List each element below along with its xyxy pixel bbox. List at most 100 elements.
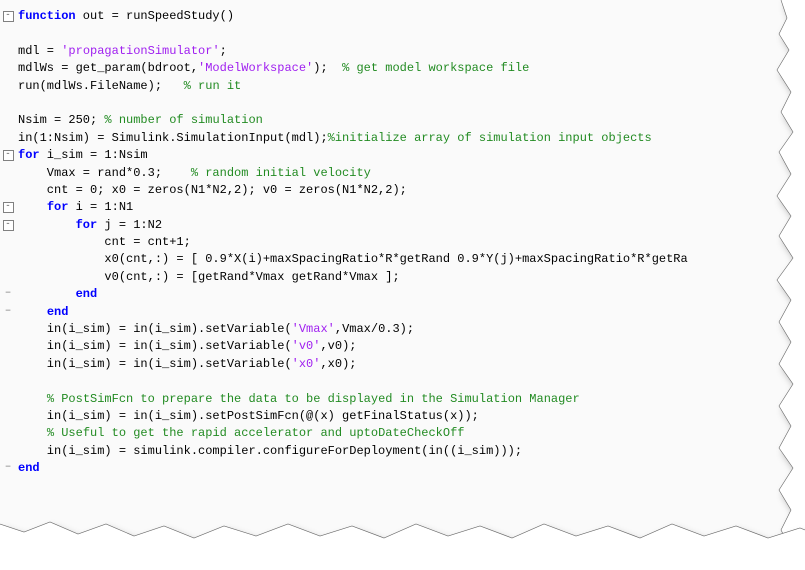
token-kw: for	[18, 148, 40, 162]
code-text	[16, 95, 805, 112]
code-text: end	[16, 460, 805, 477]
fold-end-icon: –	[5, 305, 12, 317]
code-line: mdl = 'propagationSimulator';	[0, 43, 805, 60]
code-line: Vmax = rand*0.3; % random initial veloci…	[0, 165, 805, 182]
code-text: in(i_sim) = in(i_sim).setPostSimFcn(@(x)…	[16, 408, 805, 425]
fold-gutter[interactable]: -	[0, 147, 16, 163]
token-id: i_sim = 1:Nsim	[40, 148, 148, 162]
token-id: in(i_sim) = simulink.compiler.configureF…	[18, 444, 522, 458]
code-text: for j = 1:N2	[16, 217, 805, 234]
fold-toggle-icon[interactable]: -	[3, 150, 14, 161]
token-id: ,Vmax/0.3);	[335, 322, 414, 336]
code-editor: -function out = runSpeedStudy() mdl = 'p…	[0, 0, 805, 556]
code-text: end	[16, 286, 805, 303]
code-text: % Useful to get the rapid accelerator an…	[16, 425, 805, 442]
token-id	[18, 426, 47, 440]
code-text: Nsim = 250; % number of simulation	[16, 112, 805, 129]
token-str: 'v0'	[292, 339, 321, 353]
fold-gutter[interactable]: –	[0, 286, 16, 302]
code-text: in(i_sim) = simulink.compiler.configureF…	[16, 443, 805, 460]
code-text: in(i_sim) = in(i_sim).setVariable('Vmax'…	[16, 321, 805, 338]
token-kw: for	[76, 218, 98, 232]
token-id: v0(cnt,:) = [getRand*Vmax getRand*Vmax ]…	[18, 270, 400, 284]
code-text: in(i_sim) = in(i_sim).setVariable('x0',x…	[16, 356, 805, 373]
code-text: v0(cnt,:) = [getRand*Vmax getRand*Vmax ]…	[16, 269, 805, 286]
code-line: – end	[0, 304, 805, 321]
token-id: Vmax = rand*0.3;	[18, 166, 191, 180]
token-id: in(i_sim) = in(i_sim).setVariable(	[18, 322, 292, 336]
token-cmt: %initialize array of simulation input ob…	[328, 131, 652, 145]
fold-gutter[interactable]: -	[0, 217, 16, 233]
token-id: in(i_sim) = in(i_sim).setPostSimFcn(@(x)…	[18, 409, 479, 423]
token-id: mdl =	[18, 44, 61, 58]
token-id: cnt = cnt+1;	[18, 235, 191, 249]
code-text: in(1:Nsim) = Simulink.SimulationInput(md…	[16, 130, 805, 147]
token-cmt: % run it	[184, 79, 242, 93]
token-kw: end	[47, 305, 69, 319]
token-id: mdlWs = get_param(bdroot,	[18, 61, 198, 75]
fold-end-icon: –	[5, 287, 12, 299]
token-kw: for	[47, 200, 69, 214]
code-line: -function out = runSpeedStudy()	[0, 8, 805, 25]
code-line: mdlWs = get_param(bdroot,'ModelWorkspace…	[0, 60, 805, 77]
code-line	[0, 95, 805, 112]
code-text: for i = 1:N1	[16, 199, 805, 216]
fold-gutter[interactable]: –	[0, 304, 16, 320]
token-id: ,v0);	[320, 339, 356, 353]
code-line: –end	[0, 460, 805, 477]
code-line: in(i_sim) = in(i_sim).setVariable('x0',x…	[0, 356, 805, 373]
token-id	[18, 305, 47, 319]
code-line: % Useful to get the rapid accelerator an…	[0, 425, 805, 442]
token-str: 'propagationSimulator'	[61, 44, 219, 58]
code-text: mdl = 'propagationSimulator';	[16, 43, 805, 60]
code-text: function out = runSpeedStudy()	[16, 8, 805, 25]
code-text: Vmax = rand*0.3; % random initial veloci…	[16, 165, 805, 182]
code-line: - for i = 1:N1	[0, 199, 805, 216]
token-id	[18, 218, 76, 232]
code-line: in(i_sim) = in(i_sim).setVariable('Vmax'…	[0, 321, 805, 338]
code-line: - for j = 1:N2	[0, 217, 805, 234]
token-kw: end	[18, 461, 40, 475]
code-line: -for i_sim = 1:Nsim	[0, 147, 805, 164]
token-cmt: % random initial velocity	[191, 166, 371, 180]
fold-gutter[interactable]: -	[0, 8, 16, 24]
token-str: 'Vmax'	[292, 322, 335, 336]
code-line: run(mdlWs.FileName); % run it	[0, 78, 805, 95]
code-text: cnt = 0; x0 = zeros(N1*N2,2); v0 = zeros…	[16, 182, 805, 199]
token-kw: function	[18, 9, 76, 23]
code-line	[0, 373, 805, 390]
token-str: 'ModelWorkspace'	[198, 61, 313, 75]
code-line: in(1:Nsim) = Simulink.SimulationInput(md…	[0, 130, 805, 147]
fold-toggle-icon[interactable]: -	[3, 220, 14, 231]
token-id: cnt = 0; x0 = zeros(N1*N2,2); v0 = zeros…	[18, 183, 407, 197]
code-text	[16, 373, 805, 390]
code-text: in(i_sim) = in(i_sim).setVariable('v0',v…	[16, 338, 805, 355]
fold-toggle-icon[interactable]: -	[3, 11, 14, 22]
code-line: – end	[0, 286, 805, 303]
code-line	[0, 25, 805, 42]
code-line: cnt = cnt+1;	[0, 234, 805, 251]
code-text: mdlWs = get_param(bdroot,'ModelWorkspace…	[16, 60, 805, 77]
code-text: x0(cnt,:) = [ 0.9*X(i)+maxSpacingRatio*R…	[16, 251, 805, 268]
token-id: ;	[220, 44, 227, 58]
token-id: );	[313, 61, 342, 75]
token-id: in(i_sim) = in(i_sim).setVariable(	[18, 357, 292, 371]
code-line: x0(cnt,:) = [ 0.9*X(i)+maxSpacingRatio*R…	[0, 251, 805, 268]
token-id: in(i_sim) = in(i_sim).setVariable(	[18, 339, 292, 353]
token-cmt: % Useful to get the rapid accelerator an…	[47, 426, 465, 440]
code-line: in(i_sim) = in(i_sim).setPostSimFcn(@(x)…	[0, 408, 805, 425]
token-id: run(mdlWs.FileName);	[18, 79, 184, 93]
fold-gutter[interactable]: -	[0, 199, 16, 215]
code-body: -function out = runSpeedStudy() mdl = 'p…	[0, 0, 805, 556]
fold-gutter[interactable]: –	[0, 460, 16, 476]
token-id: i = 1:N1	[68, 200, 133, 214]
token-id: Nsim = 250;	[18, 113, 104, 127]
code-line: % PostSimFcn to prepare the data to be d…	[0, 391, 805, 408]
token-str: 'x0'	[292, 357, 321, 371]
token-cmt: % get model workspace file	[342, 61, 529, 75]
code-line: in(i_sim) = simulink.compiler.configureF…	[0, 443, 805, 460]
fold-toggle-icon[interactable]: -	[3, 202, 14, 213]
token-id	[18, 287, 76, 301]
code-text: run(mdlWs.FileName); % run it	[16, 78, 805, 95]
token-id	[18, 200, 47, 214]
